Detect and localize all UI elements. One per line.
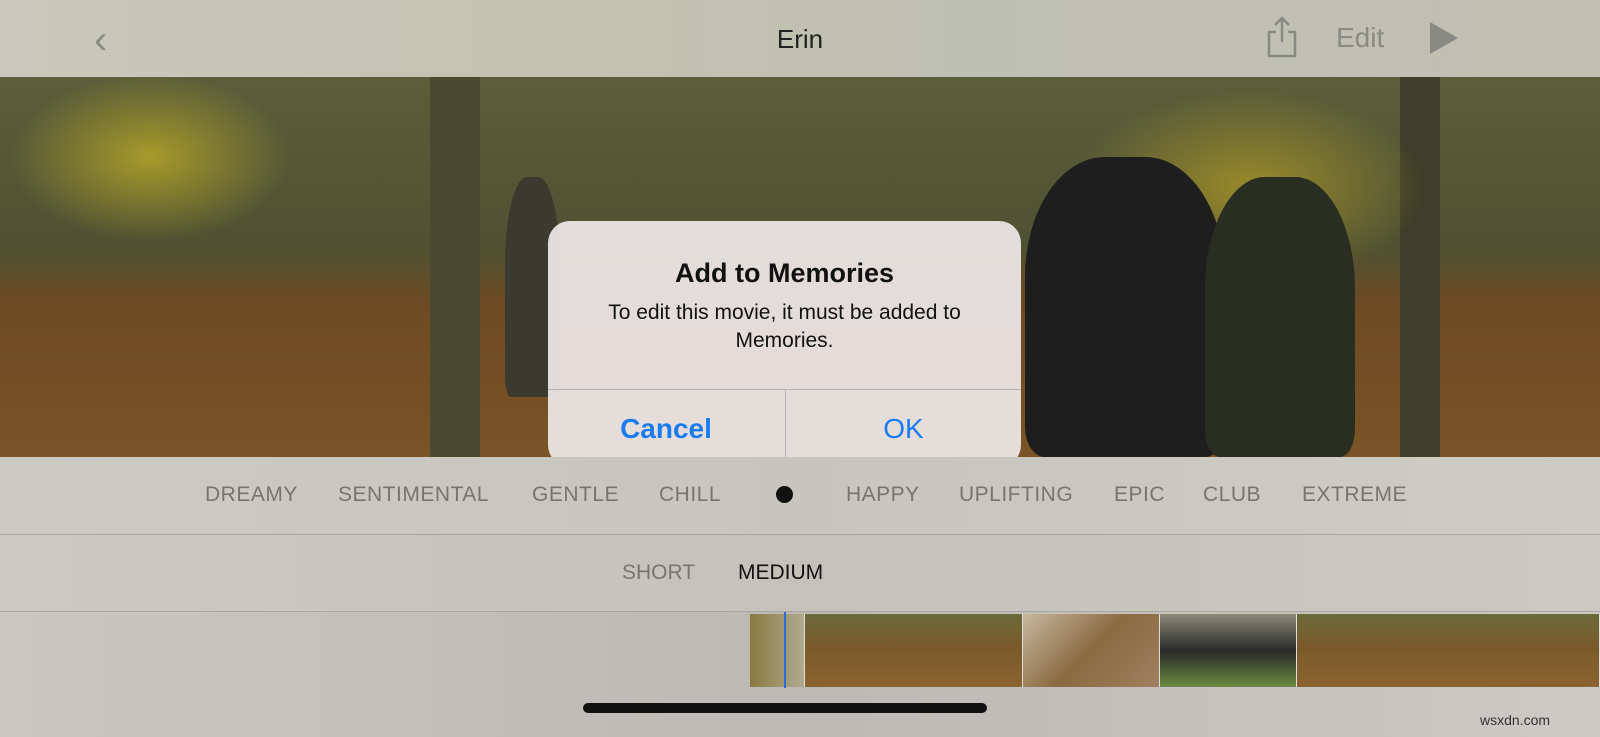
mood-uplifting[interactable]: UPLIFTING	[959, 483, 1073, 507]
person-figure	[1025, 157, 1225, 457]
mood-dreamy[interactable]: DREAMY	[205, 483, 298, 507]
length-selector: SHORT MEDIUM	[0, 535, 1600, 612]
length-medium[interactable]: MEDIUM	[738, 561, 823, 585]
dialog-message: To edit this movie, it must be added to …	[608, 301, 961, 352]
dialog-title: Add to Memories	[674, 258, 895, 288]
clip-thumbnail[interactable]	[805, 614, 1023, 687]
ok-button[interactable]: OK	[785, 390, 1021, 467]
play-icon[interactable]	[1430, 22, 1458, 54]
mood-epic[interactable]: EPIC	[1114, 483, 1165, 507]
timeline[interactable]	[0, 612, 1600, 737]
share-icon[interactable]	[1266, 16, 1298, 58]
mood-sentimental[interactable]: SENTIMENTAL	[338, 483, 489, 507]
length-short[interactable]: SHORT	[622, 561, 695, 585]
mood-club[interactable]: CLUB	[1203, 483, 1261, 507]
add-to-memories-dialog: Add to Memories To edit this movie, it m…	[548, 221, 1021, 467]
playhead[interactable]	[784, 612, 786, 688]
mood-gentle[interactable]: GENTLE	[532, 483, 619, 507]
mood-happy[interactable]: HAPPY	[846, 483, 920, 507]
clip-thumbnail[interactable]	[750, 614, 805, 687]
filmstrip[interactable]	[750, 614, 1600, 687]
mood-selector: DREAMY SENTIMENTAL GENTLE CHILL HAPPY UP…	[0, 457, 1600, 535]
edit-button[interactable]: Edit	[1336, 22, 1384, 54]
mood-chill[interactable]: CHILL	[659, 483, 721, 507]
nav-bar: ‹ Erin Edit	[0, 0, 1600, 77]
selected-mood-dot[interactable]	[776, 486, 793, 503]
home-indicator[interactable]	[583, 703, 987, 713]
cancel-button[interactable]: Cancel	[548, 390, 784, 467]
clip-thumbnail[interactable]	[1023, 614, 1160, 687]
clip-thumbnail[interactable]	[1297, 614, 1600, 687]
clip-thumbnail[interactable]	[1160, 614, 1297, 687]
mood-extreme[interactable]: EXTREME	[1302, 483, 1407, 507]
person-figure	[1205, 177, 1355, 457]
watermark: wsxdn.com	[1480, 712, 1551, 728]
